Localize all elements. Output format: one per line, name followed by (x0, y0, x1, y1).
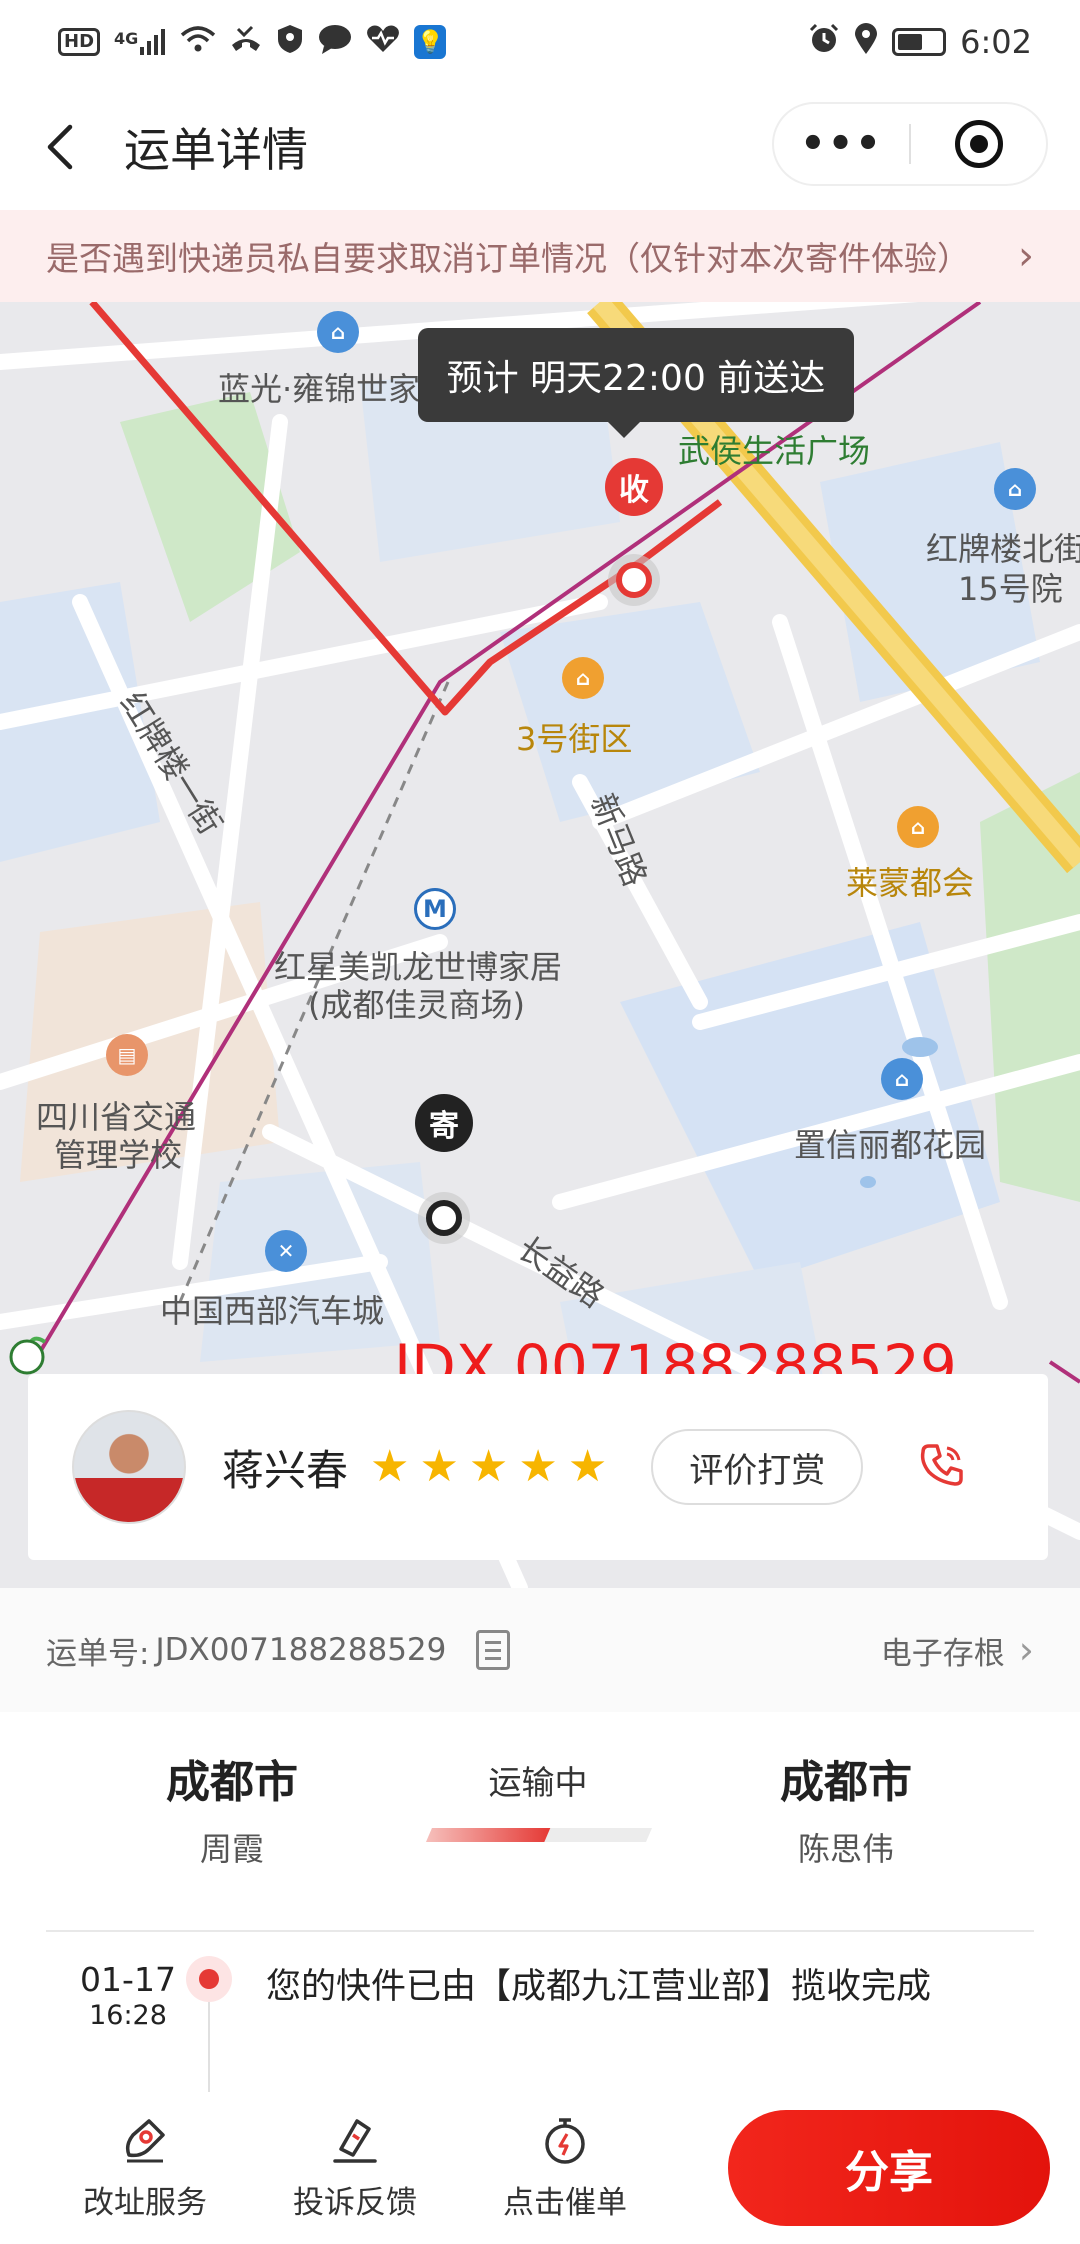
bottom-action-bar: 改址服务 投诉反馈 点击催单 分享 (0, 2092, 1080, 2244)
notice-text: 是否遇到快递员私自要求取消订单情况（仅针对本次寄件体验） (46, 239, 970, 278)
missed-call-icon (230, 25, 262, 59)
star-icon: ★ (419, 1441, 459, 1492)
star-icon: ★ (518, 1441, 558, 1492)
hd-badge: HD (58, 28, 101, 56)
chevron-right-icon: › (1018, 233, 1034, 279)
more-button[interactable]: ••• (774, 121, 909, 167)
status-left-icons: HD 4G 💡 (58, 23, 447, 61)
e-archive-link[interactable]: 电子存根 › (881, 1628, 1034, 1673)
mini-program-capsule: ••• (772, 102, 1048, 186)
timeline-dot (186, 1956, 232, 2002)
timeline-date: 01-17 (80, 1960, 176, 1999)
transit-progress-bar (426, 1828, 652, 1842)
page-title: 运单详情 (124, 123, 308, 177)
courier-name: 蒋兴春 (222, 1445, 349, 1495)
tracking-timeline: 01-17 16:28 您的快件已由【成都九江营业部】揽收完成 (0, 1932, 1080, 2092)
wifi-icon (180, 25, 216, 59)
waybill-row: 运单号: JDX007188288529 电子存根 › (0, 1588, 1080, 1712)
star-icon: ★ (370, 1441, 410, 1492)
notice-banner[interactable]: 是否遇到快递员私自要求取消订单情况（仅针对本次寄件体验） › (0, 210, 1080, 302)
shield-icon (276, 23, 304, 61)
chat-icon (318, 24, 352, 60)
change-address-button[interactable]: 改址服务 (40, 2115, 250, 2222)
timer-icon (545, 2117, 585, 2164)
target-icon (954, 120, 1003, 168)
courier-rating: ★ ★ ★ ★ ★ (370, 1445, 607, 1489)
auto-poi-icon: ✕ (265, 1230, 307, 1272)
signal-4g-icon: 4G (114, 29, 166, 55)
sender-city: 成都市 (166, 1757, 298, 1808)
sender-location-marker (418, 1192, 470, 1244)
waybill-number: JDX007188288529 (155, 1632, 447, 1668)
school-poi-icon: ▤ (106, 1034, 148, 1076)
bulb-icon: 💡 (414, 25, 447, 59)
receiver-name: 陈思伟 (797, 1830, 894, 1868)
status-right-icons: 6:02 (808, 23, 1032, 61)
shopping-poi-icon: ⌂ (897, 806, 939, 848)
receiver-info: 成都市 陈思伟 (726, 1746, 966, 1870)
back-icon[interactable] (40, 117, 80, 177)
map-label: 武侯生活广场 (678, 432, 871, 470)
receiver-city: 成都市 (780, 1757, 912, 1808)
urge-order-label: 点击催单 (503, 2184, 627, 2221)
star-icon: ★ (567, 1441, 608, 1492)
rate-tip-button[interactable]: 评价打赏 (651, 1429, 864, 1505)
more-dots-icon: ••• (800, 121, 883, 167)
residence-poi-icon: ⌂ (317, 311, 359, 353)
phone-icon[interactable] (917, 1440, 967, 1494)
complaint-label: 投诉反馈 (293, 2184, 417, 2221)
urge-order-button[interactable]: 点击催单 (460, 2115, 670, 2222)
transit-status: 运输中 (488, 1763, 588, 1802)
timeline-event-text: 您的快件已由【成都九江营业部】揽收完成 (266, 1967, 932, 2007)
waybill-label: 运单号: (46, 1635, 150, 1672)
copy-icon[interactable] (476, 1630, 511, 1670)
nav-bar: 运单详情 ••• (0, 84, 1080, 210)
eta-tooltip: 预计 明天22:00 前送达 (418, 328, 854, 438)
timeline-time: 16:28 (89, 2000, 167, 2031)
network-type-label: 4G (114, 29, 139, 48)
route-summary: 成都市 周霞 运输中 成都市 陈思伟 (0, 1712, 1080, 1932)
courier-card: 蒋兴春 ★ ★ ★ ★ ★ 评价打赏 (28, 1374, 1048, 1560)
map-label: 管理学校 (54, 1136, 183, 1174)
shopping-poi-icon: ⌂ (562, 657, 604, 699)
location-edit-icon (125, 2118, 165, 2162)
metro-icon: M (414, 888, 456, 930)
map-label: 中国西部汽车城 (160, 1292, 385, 1330)
complaint-icon (333, 2118, 377, 2163)
sender-info: 成都市 周霞 (112, 1746, 352, 1870)
residence-poi-icon: ⌂ (881, 1058, 923, 1100)
courier-avatar (72, 1410, 186, 1524)
heart-icon (366, 24, 400, 60)
residence-poi-icon: ⌂ (994, 468, 1036, 510)
receiver-pin[interactable]: 收 (605, 458, 663, 516)
close-mini-program-button[interactable] (911, 120, 1046, 168)
change-address-label: 改址服务 (83, 2184, 207, 2221)
sender-name: 周霞 (199, 1830, 264, 1868)
complaint-button[interactable]: 投诉反馈 (250, 2115, 460, 2222)
map-label: 置信丽都花园 (794, 1126, 987, 1164)
map-label: 莱蒙都会 (846, 864, 975, 902)
map-label: 蓝光·雍锦世家 (218, 370, 421, 408)
location-icon (854, 23, 878, 61)
timeline-line (208, 2002, 210, 2092)
share-button[interactable]: 分享 (728, 2110, 1050, 2226)
battery-icon (892, 28, 947, 56)
map-label: 15号院 (958, 570, 1063, 608)
chevron-right-icon: › (1018, 1628, 1034, 1672)
sender-pin[interactable]: 寄 (415, 1094, 473, 1152)
star-icon: ★ (468, 1441, 509, 1492)
map-label: (成都佳灵商场) (308, 986, 525, 1024)
alarm-icon (808, 23, 840, 61)
e-archive-label: 电子存根 (880, 1635, 1005, 1672)
clock: 6:02 (960, 23, 1032, 61)
status-bar: HD 4G 💡 6:02 (0, 0, 1080, 84)
receiver-location-marker (608, 554, 660, 606)
map-label: 3号街区 (516, 720, 633, 758)
